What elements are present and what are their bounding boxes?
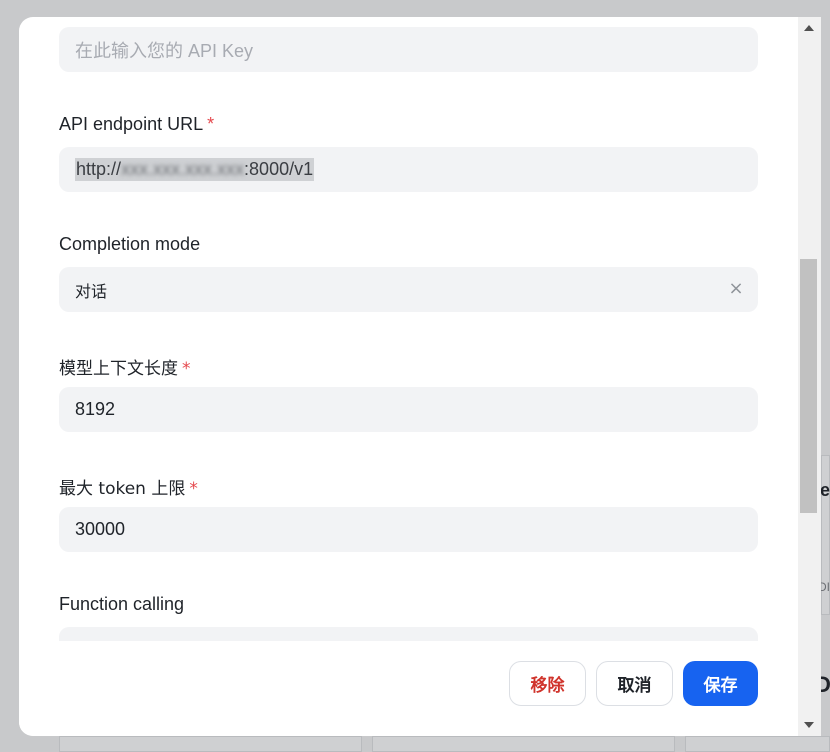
endpoint-value: http://xxx.xxx.xxx.xxx:8000/v1 [75, 158, 315, 181]
scroll-thumb[interactable] [800, 259, 817, 513]
remove-button[interactable]: 移除 [509, 661, 586, 706]
max-tokens-input[interactable]: 30000 [59, 507, 758, 552]
completion-mode-value: 对话 [75, 281, 108, 301]
dialog-scrollbar[interactable] [798, 17, 821, 736]
required-marker: * [207, 114, 215, 134]
max-tokens-label: 最大 token 上限 * [59, 474, 198, 499]
save-button[interactable]: 保存 [683, 661, 758, 706]
background-card-left [59, 736, 362, 752]
endpoint-input[interactable]: http://xxx.xxx.xxx.xxx:8000/v1 [59, 147, 758, 192]
completion-mode-label-text: Completion mode [59, 234, 201, 254]
context-length-label: 模型上下文长度 * [59, 354, 191, 379]
max-tokens-label-text: 最大 token 上限 [59, 479, 186, 499]
context-length-label-text: 模型上下文长度 [59, 359, 178, 379]
scroll-up-arrow-icon[interactable] [804, 25, 814, 31]
cancel-button[interactable]: 取消 [596, 661, 673, 706]
scroll-down-arrow-icon[interactable] [804, 722, 814, 728]
endpoint-value-start: http:// [76, 159, 122, 179]
completion-mode-label: Completion mode [59, 234, 200, 255]
endpoint-label: API endpoint URL * [59, 114, 214, 135]
background-card-right [685, 736, 830, 752]
context-length-input[interactable]: 8192 [59, 387, 758, 432]
function-calling-label-text: Function calling [59, 594, 185, 614]
clear-icon[interactable]: × [728, 280, 744, 298]
context-length-value: 8192 [75, 399, 116, 419]
completion-mode-select[interactable]: 对话 × [59, 267, 758, 312]
function-calling-label: Function calling [59, 594, 184, 615]
api-key-placeholder: 在此输入您的 API Key [75, 40, 254, 61]
model-config-dialog: 在此输入您的 API Key API endpoint URL * http://… [19, 17, 798, 736]
endpoint-value-obscured: xxx.xxx.xxx.xxx [121, 159, 245, 179]
max-tokens-value: 30000 [75, 519, 126, 539]
dialog-form-scroll-area[interactable]: 在此输入您的 API Key API endpoint URL * http://… [19, 17, 798, 641]
required-marker: * [189, 479, 198, 499]
required-marker: * [182, 359, 191, 379]
api-key-input[interactable]: 在此输入您的 API Key [59, 27, 758, 72]
background-card-middle [372, 736, 675, 752]
endpoint-label-text: API endpoint URL [59, 114, 204, 134]
function-calling-select[interactable] [59, 627, 758, 641]
endpoint-value-end: :8000/v1 [244, 159, 314, 179]
background-text-fragment: e [820, 480, 830, 500]
dialog-footer: 移除 取消 保存 [19, 641, 798, 736]
